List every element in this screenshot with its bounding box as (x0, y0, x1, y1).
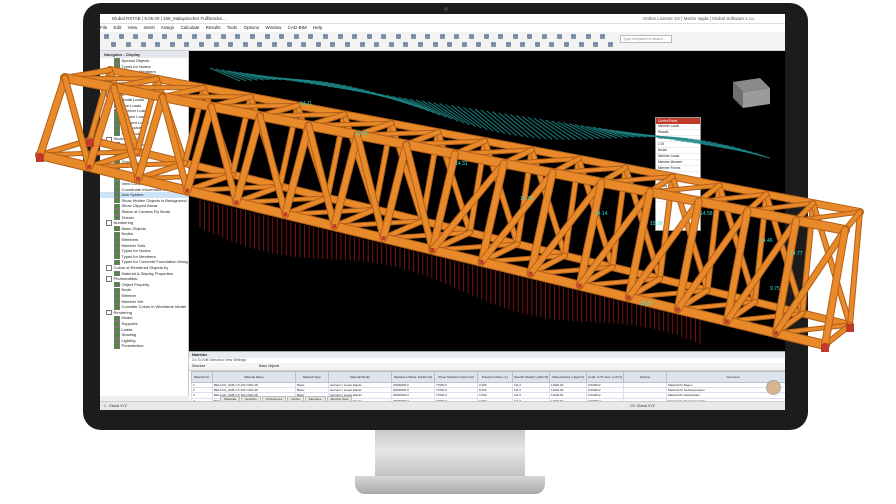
node-marker (185, 188, 190, 193)
node-marker (381, 236, 386, 241)
support-node (846, 324, 854, 332)
node-marker (430, 248, 435, 252)
node-marker (234, 200, 239, 205)
near-vertical-member (37, 75, 68, 158)
result-value-label: 14.58 (700, 211, 713, 217)
node-marker (479, 259, 484, 264)
result-value-label: 9.75 (770, 286, 780, 292)
result-value-label: 10.78 (520, 196, 533, 202)
shear-diagram-hatch (468, 107, 500, 133)
result-value-label: 14.14 (595, 211, 608, 217)
far-vertical-member (848, 210, 862, 327)
node-marker (528, 271, 533, 276)
shear-diagram-hatch (474, 108, 506, 135)
node-marker (38, 153, 42, 157)
node-marker (136, 176, 141, 181)
node-marker (332, 224, 337, 229)
node-marker (724, 319, 729, 324)
result-value-label: 10.78 (355, 131, 368, 137)
result-value-label: 14.77 (790, 251, 803, 257)
result-value-label: 14.31 (455, 161, 468, 167)
node-marker (675, 307, 680, 312)
support-node (86, 139, 94, 147)
shear-diagram-hatch (451, 104, 482, 129)
result-value-label: 14.46 (760, 238, 773, 244)
node-marker (283, 212, 288, 217)
node-marker (823, 343, 827, 347)
node-marker (577, 283, 582, 288)
node-marker (773, 331, 778, 336)
truss-model-overlay: 14.11 10.78 14.31 10.78 14.14 15.98 14.58 14.46… (35, 66, 864, 352)
result-value-label: 15.98 (650, 221, 663, 227)
shear-diagram-hatch (739, 149, 771, 159)
shear-diagram-hatch (462, 106, 494, 132)
view-cube-icon (733, 78, 770, 108)
result-value-label: 15.65 (640, 301, 653, 307)
node-marker (87, 164, 92, 169)
node-marker (626, 295, 631, 300)
result-value-label: 14.11 (300, 101, 312, 107)
shear-diagram-hatch (456, 105, 488, 131)
